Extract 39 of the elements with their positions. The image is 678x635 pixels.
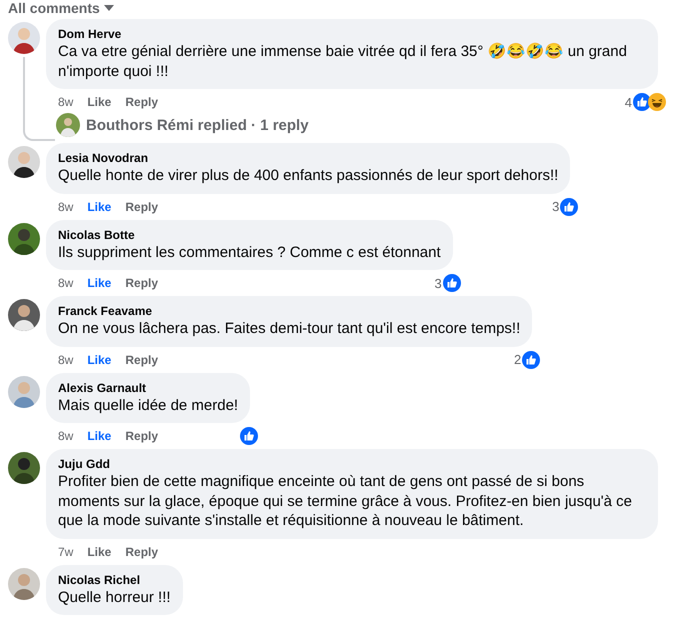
author-name[interactable]: Nicolas Botte — [58, 228, 441, 242]
like-link[interactable]: Like — [87, 95, 112, 109]
like-link[interactable]: Like — [87, 200, 112, 214]
like-link[interactable]: Like — [87, 276, 112, 290]
reaction-count[interactable]: 3 — [434, 276, 442, 290]
caret-icon — [104, 5, 114, 11]
filter-label[interactable]: All comments — [8, 1, 100, 15]
comment-text: On ne vous lâchera pas. Faites demi-tour tant qu'il est encore temps!! — [58, 319, 520, 338]
author-name[interactable]: Franck Feavame — [58, 304, 520, 319]
reply-link[interactable]: Reply — [125, 200, 158, 214]
reply-link[interactable]: Reply — [125, 352, 158, 366]
reply-link[interactable]: Reply — [125, 276, 158, 290]
reaction-count[interactable]: 4 — [624, 94, 632, 110]
comment-text: Profiter bien de cette magnifique enceinte où tant de gens ont passé de si bons moments sur la glace, époque qui se termine grâce à vous. Profitez-en bien jusqu'à ce que la mode suivante s'installe et réquisitionne à nouveau le bâtiment. — [58, 472, 634, 530]
comment-text: Mais quelle idée de merde! — [58, 396, 238, 415]
reply-link[interactable]: Reply — [125, 544, 158, 558]
comment-time[interactable]: 8w — [58, 95, 74, 109]
like-link[interactable]: Like — [87, 429, 112, 443]
reply-link[interactable]: Reply — [125, 95, 158, 109]
comment-time[interactable]: 8w — [58, 429, 74, 443]
comment-text: Ca va etre génial derrière une immense baie vitrée qd il fera 35° 🤣😂🤣😂 un grand n'importe quoi !!! — [58, 42, 628, 81]
author-name[interactable]: Nicolas Richel — [58, 572, 171, 588]
comment-time[interactable]: 7w — [58, 544, 74, 558]
replies-link[interactable]: Bouthors Rémi replied · 1 reply — [86, 116, 309, 134]
author-name[interactable]: Lesia Novodran — [58, 151, 558, 166]
comment-time[interactable]: 8w — [58, 200, 74, 214]
comment-text: Ils suppriment les commentaires ? Comme c est étonnant — [58, 242, 441, 262]
author-name[interactable]: Alexis Garnault — [58, 380, 238, 396]
author-name[interactable]: Dom Herve — [58, 27, 646, 42]
like-link[interactable]: Like — [87, 544, 112, 558]
like-link[interactable]: Like — [87, 352, 112, 366]
author-name[interactable]: Juju Gdd — [58, 457, 646, 472]
comment-time[interactable]: 8w — [58, 352, 74, 366]
reaction-count[interactable]: 2 — [514, 352, 522, 367]
reply-link[interactable]: Reply — [125, 429, 158, 443]
reaction-count[interactable]: 3 — [552, 199, 560, 214]
comment-text: Quelle honte de virer plus de 400 enfants passionnés de leur sport dehors!! — [58, 166, 558, 186]
comment-time[interactable]: 8w — [58, 276, 74, 290]
comment-text: Quelle horreur !!! — [58, 588, 171, 607]
